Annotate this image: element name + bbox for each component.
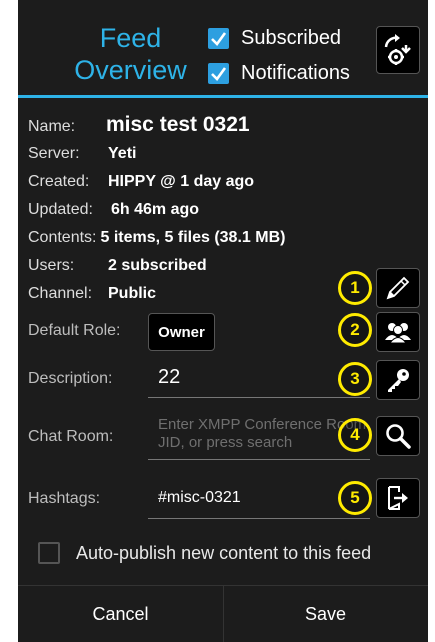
subscribed-label: Subscribed <box>241 27 342 49</box>
title-line-1: Feed <box>99 23 162 53</box>
cancel-button[interactable]: Cancel <box>18 586 223 642</box>
description-value: 22 <box>158 366 181 388</box>
default-role-button[interactable]: Owner <box>148 313 215 351</box>
badge-1: 1 <box>338 271 372 305</box>
key-button[interactable] <box>376 360 420 400</box>
default-role-label: Default Role: <box>28 322 121 339</box>
dialog-header: Feed Overview Subscribed Notifications <box>18 0 428 95</box>
title-line-2: Overview <box>74 55 187 85</box>
badge-2: 2 <box>338 313 372 347</box>
checkbox-box <box>38 542 60 564</box>
notifications-checkbox[interactable]: Notifications <box>208 62 350 85</box>
sync-settings-icon <box>384 34 411 65</box>
dialog-footer: Cancel Save <box>18 585 428 642</box>
chat-room-label: Chat Room: <box>28 428 114 445</box>
header-divider <box>18 95 428 98</box>
hashtags-input[interactable]: #misc-0321 <box>148 479 370 519</box>
notifications-label: Notifications <box>241 62 350 84</box>
chat-room-input[interactable]: Enter XMPP Conference Room JID, or press… <box>148 412 370 460</box>
auto-publish-label: Auto-publish new content to this feed <box>76 542 372 563</box>
info-row-users: Users: 2 subscribed <box>28 257 207 274</box>
sync-settings-button[interactable] <box>376 26 420 74</box>
subscribed-checkbox[interactable]: Subscribed <box>208 27 341 50</box>
checkmark-icon <box>208 63 229 84</box>
description-input[interactable]: 22 <box>148 362 370 398</box>
checkmark-icon <box>208 28 229 49</box>
badge-5: 5 <box>338 481 372 515</box>
auto-publish-checkbox[interactable]: Auto-publish new content to this feed <box>38 542 371 564</box>
pencil-icon <box>386 276 410 300</box>
users-icon <box>385 323 411 344</box>
chat-room-placeholder: Enter XMPP Conference Room JID, or press… <box>158 416 367 451</box>
dialog-title: Feed Overview <box>48 22 213 86</box>
info-row-channel: Channel: Public <box>28 285 157 302</box>
info-row-name: Name: misc test 0321 <box>28 113 250 136</box>
users-button[interactable] <box>376 312 420 352</box>
info-row-server: Server: Yeti <box>28 145 137 162</box>
badge-4: 4 <box>338 418 372 452</box>
search-icon <box>386 424 411 449</box>
edit-button[interactable] <box>376 268 420 308</box>
info-row-created: Created: HIPPY @ 1 day ago <box>28 173 255 190</box>
export-icon <box>388 486 408 510</box>
info-row-contents: Contents: 5 items, 5 files (38.1 MB) <box>28 229 286 246</box>
search-button[interactable] <box>376 416 420 456</box>
badge-3: 3 <box>338 362 372 396</box>
hashtags-value: #misc-0321 <box>158 489 241 506</box>
save-button[interactable]: Save <box>223 586 428 642</box>
info-row-updated: Updated: 6h 46m ago <box>28 201 200 218</box>
export-button[interactable] <box>376 478 420 518</box>
description-label: Description: <box>28 370 113 387</box>
feed-overview-dialog: Feed Overview Subscribed Notifications N… <box>18 0 428 642</box>
key-icon <box>388 369 409 392</box>
hashtags-label: Hashtags: <box>28 490 101 507</box>
